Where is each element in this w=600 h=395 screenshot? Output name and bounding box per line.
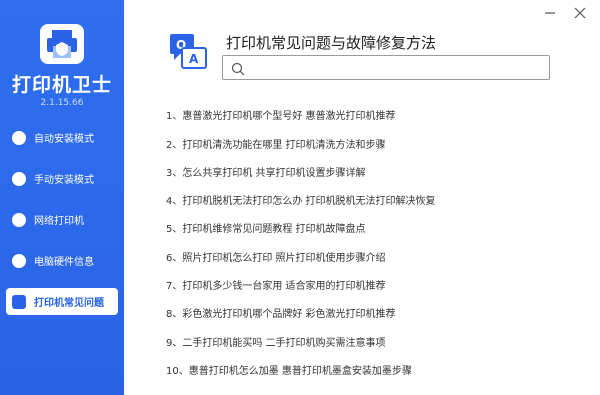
list-item[interactable]: 1、惠普激光打印机哪个型号好 惠普激光打印机推荐 <box>166 107 396 122</box>
sidebar-item-label: 打印机常见问题 <box>34 298 104 309</box>
list-item[interactable]: 7、打印机多少钱一台家用 适合家用的打印机推荐 <box>166 277 386 292</box>
app-version: 2.1.15.66 <box>40 98 84 108</box>
list-item[interactable]: 6、照片打印机怎么打印 照片打印机使用步骤介绍 <box>166 249 386 264</box>
sidebar: 打印机卫士 2.1.15.66 自动安装模式 手动安装模式 网络打印机 电脑硬件… <box>0 0 124 395</box>
list-item[interactable]: 3、怎么共享打印机 共享打印机设置步骤详解 <box>166 164 366 179</box>
wrench-icon <box>12 171 26 186</box>
sidebar-item-manual-install[interactable]: 手动安装模式 <box>6 165 118 192</box>
list-item[interactable]: 9、二手打印机能买吗 二手打印机购买需注意事项 <box>166 334 386 349</box>
list-item[interactable]: 4、打印机脱机无法打印怎么办 打印机脱机无法打印解决恢复 <box>166 192 436 207</box>
hardware-icon <box>12 253 26 268</box>
sidebar-item-label: 网络打印机 <box>34 216 84 227</box>
sidebar-item-auto-install[interactable]: 自动安装模式 <box>6 124 118 151</box>
search-input[interactable] <box>251 58 541 77</box>
sidebar-item-hardware-info[interactable]: 电脑硬件信息 <box>6 247 118 274</box>
app-name: 打印机卫士 <box>11 74 112 96</box>
minimize-icon[interactable] <box>543 5 557 19</box>
list-item[interactable]: 2、打印机清洗功能在哪里 打印机清洗方法和步骤 <box>166 136 386 151</box>
search-icon <box>231 61 245 76</box>
sidebar-item-label: 自动安装模式 <box>34 134 94 145</box>
list-item[interactable]: 8、彩色激光打印机哪个品牌好 彩色激光打印机推荐 <box>166 305 396 320</box>
sidebar-item-network-printer[interactable]: 网络打印机 <box>6 206 118 233</box>
sidebar-item-label: 电脑硬件信息 <box>34 257 94 268</box>
faq-icon <box>12 294 26 309</box>
qa-icon: Q A <box>168 30 208 76</box>
network-icon <box>12 212 26 227</box>
list-item[interactable]: 10、惠普打印机怎么加墨 惠普打印机墨盒安装加墨步骤 <box>166 362 412 377</box>
svg-text:A: A <box>189 52 199 66</box>
close-icon[interactable] <box>573 5 587 19</box>
sidebar-item-label: 手动安装模式 <box>34 175 94 186</box>
printer-logo-icon <box>40 24 84 64</box>
sidebar-item-faq[interactable]: 打印机常见问题 <box>6 288 118 315</box>
list-item[interactable]: 5、打印机维修常见问题教程 打印机故障盘点 <box>166 220 366 235</box>
auto-install-icon <box>12 130 26 145</box>
page-title: 打印机常见问题与故障修复方法 <box>226 34 437 52</box>
search-box[interactable] <box>222 55 550 80</box>
